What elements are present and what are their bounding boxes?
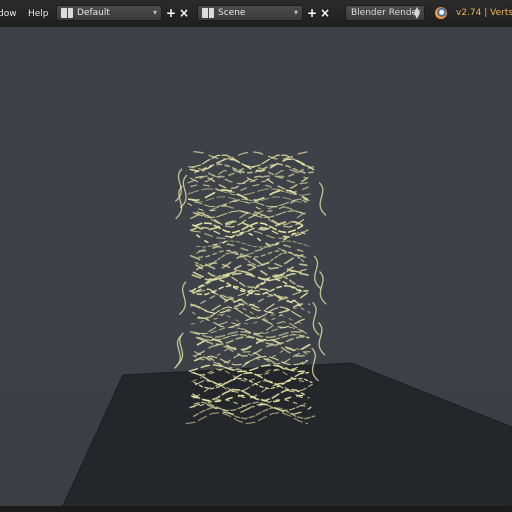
add-scene-button[interactable]: + (305, 5, 319, 21)
hair-strand (194, 251, 306, 267)
render-engine-name: Blender Render (351, 8, 421, 18)
hair-strand (196, 338, 311, 352)
screen-layout-selector[interactable]: ▾ Default (56, 5, 162, 21)
scene-dropdown-icon: ▾ (293, 8, 298, 17)
version-info: v2.74 | Verts:5 (456, 8, 512, 18)
hair-strand (196, 231, 310, 246)
viewport-bottom-bar (0, 506, 512, 512)
scene-icon (202, 8, 214, 18)
render-engine-selector[interactable]: Blender Render ▲ ▼ (345, 5, 425, 21)
hair-strand-curl (179, 281, 187, 315)
close-screen-layout-button[interactable]: × (177, 5, 191, 21)
scene-name: Scene (218, 8, 246, 18)
3d-viewport[interactable] (0, 27, 512, 512)
hair-strand-curl (318, 182, 327, 216)
hair-strand-curl (312, 302, 320, 336)
close-scene-button[interactable]: × (318, 5, 332, 21)
blender-logo-icon (434, 6, 448, 20)
add-screen-layout-button[interactable]: + (164, 5, 178, 21)
top-header: dow Help ▾ Default + × ▾ Scene + × Blend… (0, 0, 512, 28)
screen-layout-name: Default (77, 8, 110, 18)
hair-strand (189, 254, 304, 270)
hair-strand (194, 205, 306, 215)
hair-strand (198, 249, 307, 259)
menu-window[interactable]: dow (0, 8, 17, 20)
hair-strand (196, 240, 311, 248)
hair-strand-curl (318, 322, 326, 356)
ground-plane (59, 362, 512, 512)
menu-help[interactable]: Help (28, 8, 49, 20)
hair-strand (193, 151, 309, 160)
updown-arrows-icon: ▲ ▼ (413, 5, 420, 20)
viewport-canvas[interactable] (0, 27, 512, 512)
scene-selector[interactable]: ▾ Scene (197, 5, 303, 21)
screen-layout-dropdown-icon: ▾ (152, 8, 157, 17)
screen-layout-icon (61, 8, 73, 18)
